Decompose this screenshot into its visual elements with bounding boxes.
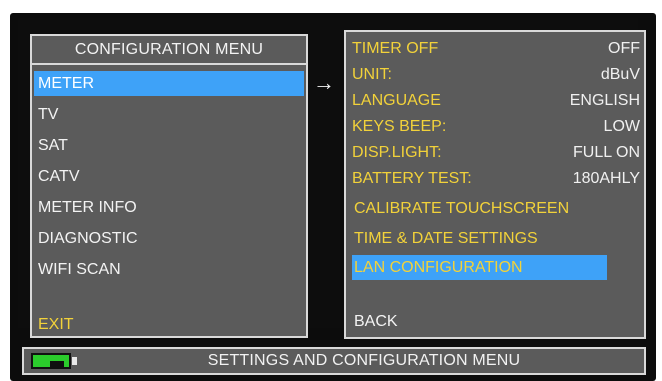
setting-label: UNIT: [352, 66, 392, 83]
setting-row-battery-test[interactable]: BATTERY TEST: 180AHLY [352, 167, 640, 191]
menu-item-tv[interactable]: TV [34, 102, 304, 127]
setting-value: dBuV [600, 66, 640, 83]
setting-row-display-light[interactable]: DISP.LIGHT: FULL ON [352, 141, 640, 165]
menu-item-meter-info[interactable]: METER INFO [34, 195, 304, 220]
menu-item-catv[interactable]: CATV [34, 164, 304, 189]
status-bar-text: SETTINGS AND CONFIGURATION MENU [207, 352, 521, 369]
setting-row-language[interactable]: LANGUAGE ENGLISH [352, 89, 640, 113]
back-button[interactable]: BACK [352, 309, 607, 334]
submenu-arrow-icon: → [313, 70, 335, 95]
exit-button[interactable]: EXIT [34, 312, 304, 337]
setting-value: ENGLISH [569, 92, 640, 109]
menu-item-meter[interactable]: METER [34, 71, 304, 96]
setting-label: DISP.LIGHT: [352, 144, 442, 161]
setting-row-unit[interactable]: UNIT: dBuV [352, 63, 640, 87]
setting-value: 180AHLY [572, 170, 640, 187]
meter-settings-panel: TIMER OFF OFF UNIT: dBuV LANGUAGE ENGLIS… [344, 30, 646, 339]
setting-row-keys-beep[interactable]: KEYS BEEP: LOW [352, 115, 640, 139]
menu-item-diagnostic[interactable]: DIAGNOSTIC [34, 226, 304, 251]
lan-configuration-button[interactable]: LAN CONFIGURATION [352, 255, 607, 280]
setting-value: OFF [608, 40, 640, 57]
setting-label: KEYS BEEP: [352, 118, 447, 135]
setting-label: TIMER OFF [352, 40, 439, 57]
setting-value: LOW [603, 118, 640, 135]
calibrate-touchscreen-button[interactable]: CALIBRATE TOUCHSCREEN [352, 196, 607, 221]
configuration-menu-title: CONFIGURATION MENU [32, 36, 306, 65]
setting-label: LANGUAGE [352, 92, 441, 109]
menu-item-wifi-scan[interactable]: WIFI SCAN [34, 257, 304, 282]
battery-icon [31, 353, 71, 369]
time-date-settings-button[interactable]: TIME & DATE SETTINGS [352, 226, 607, 251]
status-bar: SETTINGS AND CONFIGURATION MENU [22, 347, 646, 375]
setting-row-timer-off[interactable]: TIMER OFF OFF [352, 37, 640, 61]
battery-tip-icon [72, 357, 77, 365]
configuration-menu-panel: CONFIGURATION MENU METER TV SAT CATV MET… [30, 34, 308, 338]
battery-level-icon [50, 361, 64, 369]
menu-item-sat[interactable]: SAT [34, 133, 304, 158]
setting-label: BATTERY TEST: [352, 170, 472, 187]
setting-value: FULL ON [573, 144, 640, 161]
